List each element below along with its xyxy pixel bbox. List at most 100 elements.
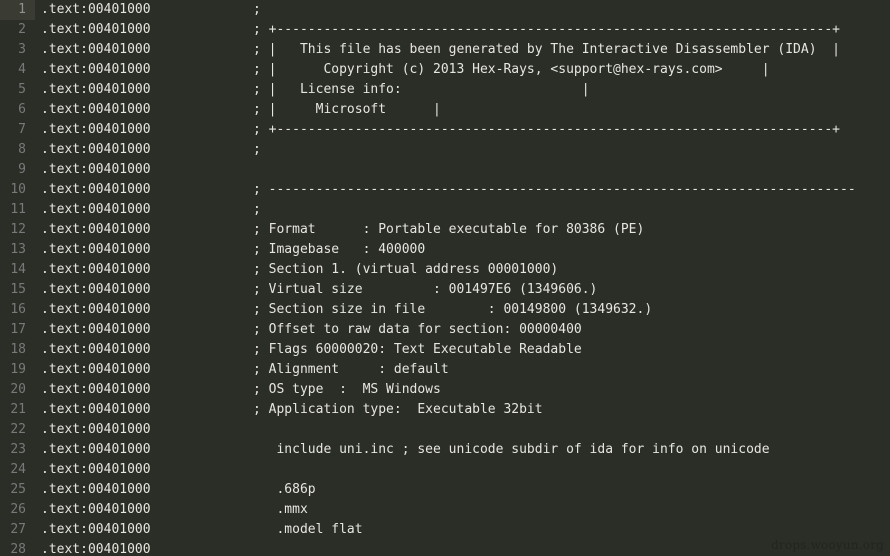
- disassembly-text: ; | License info: |: [253, 82, 590, 97]
- disassembly-text: ; --------------------------------------…: [253, 182, 856, 197]
- line-number[interactable]: 17: [0, 320, 35, 340]
- disassembly-text: ; +-------------------------------------…: [253, 22, 840, 37]
- segment-address: .text:00401000: [41, 522, 151, 537]
- line-number[interactable]: 9: [0, 160, 35, 180]
- disassembly-text: .686p: [253, 482, 316, 497]
- line-number[interactable]: 15: [0, 280, 35, 300]
- disassembly-text: include uni.inc ; see unicode subdir of …: [253, 442, 770, 457]
- disassembly-text: ;: [253, 202, 261, 217]
- line-number[interactable]: 24: [0, 460, 35, 480]
- disassembly-text: ; OS type : MS Windows: [253, 382, 441, 397]
- code-line[interactable]: .text:00401000 ; Alignment : default: [35, 360, 890, 380]
- line-number[interactable]: 19: [0, 360, 35, 380]
- code-line[interactable]: .text:00401000 ; | Copyright (c) 2013 Hex…: [35, 60, 890, 80]
- segment-address: .text:00401000: [41, 62, 151, 77]
- segment-address: .text:00401000: [41, 442, 151, 457]
- code-line[interactable]: .text:00401000 ; | Microsoft |: [35, 100, 890, 120]
- disassembly-text: ;: [253, 142, 261, 157]
- code-line[interactable]: .text:00401000 ; Imagebase : 400000: [35, 240, 890, 260]
- disassembly-text: ; Flags 60000020: Text Executable Readab…: [253, 342, 582, 357]
- code-line[interactable]: .text:00401000 ; Section size in file : 0…: [35, 300, 890, 320]
- code-line[interactable]: .text:00401000: [35, 540, 890, 556]
- code-line[interactable]: .text:00401000 ; Application type: Execut…: [35, 400, 890, 420]
- code-line[interactable]: .text:00401000 .model flat: [35, 520, 890, 540]
- segment-address: .text:00401000: [41, 242, 151, 257]
- code-line[interactable]: .text:00401000;: [35, 140, 890, 160]
- disassembly-text: ;: [253, 2, 261, 17]
- segment-address: .text:00401000: [41, 182, 151, 197]
- code-line[interactable]: .text:00401000: [35, 420, 890, 440]
- code-line[interactable]: .text:00401000;: [35, 0, 890, 20]
- line-number[interactable]: 2: [0, 20, 35, 40]
- code-line[interactable]: .text:00401000: [35, 460, 890, 480]
- segment-address: .text:00401000: [41, 42, 151, 57]
- disassembly-text: ; Virtual size : 001497E6 (1349606.): [253, 282, 598, 297]
- code-line[interactable]: .text:00401000 ; Offset to raw data for s…: [35, 320, 890, 340]
- segment-address: .text:00401000: [41, 362, 151, 377]
- line-number[interactable]: 26: [0, 500, 35, 520]
- line-number[interactable]: 20: [0, 380, 35, 400]
- line-number[interactable]: 6: [0, 100, 35, 120]
- code-line[interactable]: .text:00401000 ; Format : Portable execut…: [35, 220, 890, 240]
- disassembly-text: ; Format : Portable executable for 80386…: [253, 222, 645, 237]
- segment-address: .text:00401000: [41, 402, 151, 417]
- segment-address: .text:00401000: [41, 302, 151, 317]
- watermark-text: drops.wooyun.org: [771, 538, 884, 552]
- line-number[interactable]: 11: [0, 200, 35, 220]
- line-number[interactable]: 1: [0, 0, 35, 20]
- disassembly-text: ; | Microsoft |: [253, 102, 441, 117]
- disassembly-text: ; Application type: Executable 32bit: [253, 402, 543, 417]
- segment-address: .text:00401000: [41, 162, 151, 177]
- line-number[interactable]: 16: [0, 300, 35, 320]
- disassembly-text: ; Alignment : default: [253, 362, 449, 377]
- line-number[interactable]: 25: [0, 480, 35, 500]
- line-number[interactable]: 12: [0, 220, 35, 240]
- code-line[interactable]: .text:00401000 .mmx: [35, 500, 890, 520]
- disassembly-viewer: 1 2 3 4 5 6 7 8 9 10 11 12 13 14 15 16 17 18 19 20 21 22 23 24 2…: [0, 0, 890, 556]
- segment-address: .text:00401000: [41, 322, 151, 337]
- code-line[interactable]: .text:00401000: [35, 160, 890, 180]
- segment-address: .text:00401000: [41, 122, 151, 137]
- disassembly-text: ; Section size in file : 00149800 (13496…: [253, 302, 653, 317]
- line-number[interactable]: 3: [0, 40, 35, 60]
- disassembly-text: ; Offset to raw data for section: 000004…: [253, 322, 582, 337]
- code-line[interactable]: .text:00401000 ; | License info: |: [35, 80, 890, 100]
- code-content-area[interactable]: .text:00401000; .text:00401000; +--------…: [35, 0, 890, 556]
- line-number[interactable]: 13: [0, 240, 35, 260]
- code-line[interactable]: .text:00401000 ; Flags 60000020: Text Exe…: [35, 340, 890, 360]
- segment-address: .text:00401000: [41, 542, 151, 556]
- line-number[interactable]: 22: [0, 420, 35, 440]
- line-number[interactable]: 28: [0, 540, 35, 556]
- code-line[interactable]: .text:00401000 .686p: [35, 480, 890, 500]
- line-number[interactable]: 21: [0, 400, 35, 420]
- segment-address: .text:00401000: [41, 422, 151, 437]
- code-line[interactable]: .text:00401000 ; OS type : MS Windows: [35, 380, 890, 400]
- line-number[interactable]: 27: [0, 520, 35, 540]
- code-line[interactable]: .text:00401000 include uni.inc ; see uni…: [35, 440, 890, 460]
- code-line[interactable]: .text:00401000 ; | This file has been gen…: [35, 40, 890, 60]
- segment-address: .text:00401000: [41, 202, 151, 217]
- segment-address: .text:00401000: [41, 82, 151, 97]
- line-number[interactable]: 5: [0, 80, 35, 100]
- code-line[interactable]: .text:00401000 ; Virtual size : 001497E6 …: [35, 280, 890, 300]
- disassembly-text: ; | This file has been generated by The …: [253, 42, 840, 57]
- segment-address: .text:00401000: [41, 142, 151, 157]
- line-number[interactable]: 8: [0, 140, 35, 160]
- segment-address: .text:00401000: [41, 342, 151, 357]
- line-number[interactable]: 14: [0, 260, 35, 280]
- segment-address: .text:00401000: [41, 282, 151, 297]
- code-line[interactable]: .text:00401000 ; Section 1. (virtual addr…: [35, 260, 890, 280]
- line-number[interactable]: 23: [0, 440, 35, 460]
- disassembly-text: ; | Copyright (c) 2013 Hex-Rays, <suppor…: [253, 62, 770, 77]
- segment-address: .text:00401000: [41, 22, 151, 37]
- line-number[interactable]: 7: [0, 120, 35, 140]
- line-number[interactable]: 18: [0, 340, 35, 360]
- line-number[interactable]: 4: [0, 60, 35, 80]
- line-number[interactable]: 10: [0, 180, 35, 200]
- code-line[interactable]: .text:00401000 ; ------------------------…: [35, 180, 890, 200]
- code-line[interactable]: .text:00401000 ; +-----------------------…: [35, 20, 890, 40]
- code-line[interactable]: .text:00401000 ; +-----------------------…: [35, 120, 890, 140]
- line-number-gutter[interactable]: 1 2 3 4 5 6 7 8 9 10 11 12 13 14 15 16 17 18 19 20 21 22 23 24 2…: [0, 0, 35, 556]
- code-line[interactable]: .text:00401000;: [35, 200, 890, 220]
- segment-address: .text:00401000: [41, 2, 151, 17]
